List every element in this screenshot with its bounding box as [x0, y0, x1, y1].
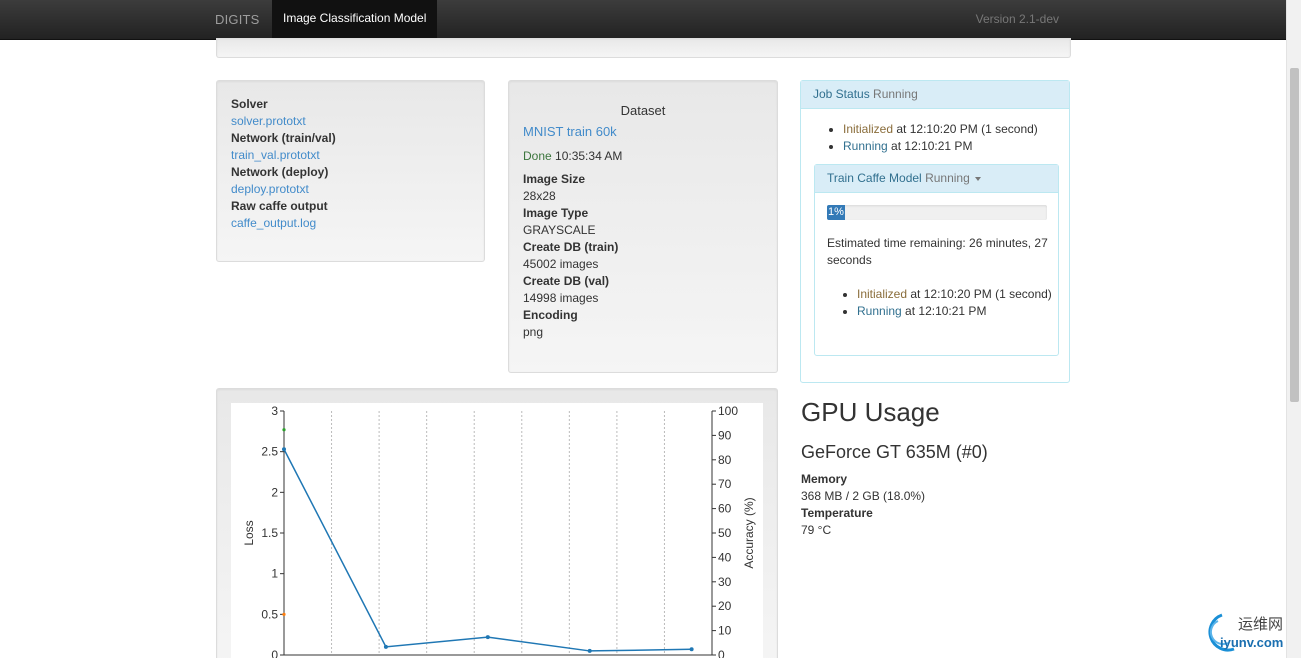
train-val-file-link[interactable]: train_val.prototxt — [231, 148, 320, 162]
site-watermark: 运维网 iyunv.com — [1196, 611, 1296, 658]
list-item: Initialized at 12:10:20 PM (1 second) — [857, 286, 1057, 303]
accuracy-tick-label: 40 — [718, 550, 732, 564]
train-task-events: Initialized at 12:10:20 PM (1 second) Ru… — [857, 286, 1057, 320]
loss-tick-label: 1.5 — [261, 526, 278, 540]
eta-text: Estimated time remaining: 26 minutes, 27… — [827, 236, 1048, 267]
job-status-panel: Job Status Running Initialized at 12:10:… — [800, 80, 1070, 383]
accuracy-tick-label: 60 — [718, 502, 732, 516]
accuracy-axis-label: Accuracy (%) — [742, 497, 756, 568]
event-detail: at 12:10:21 PM — [891, 139, 973, 153]
watermark-url-text: iyunv.com — [1220, 635, 1284, 650]
train-progress: 1% — [827, 205, 1047, 220]
image-size-value: 28x28 — [523, 189, 556, 203]
deploy-label: Network (deploy) — [231, 165, 329, 179]
create-db-train-value: 45002 images — [523, 257, 599, 271]
accuracy-tick-label: 80 — [718, 453, 732, 467]
train-progress-bar: 1% — [827, 205, 845, 220]
raw-output-label: Raw caffe output — [231, 199, 328, 213]
dataset-well: Dataset MNIST train 60k Done 10:35:34 AM… — [508, 80, 778, 373]
image-type-value: GRAYSCALE — [523, 223, 596, 237]
loss-tick-label: 2.5 — [261, 445, 278, 459]
image-type-label: Image Type — [523, 206, 589, 220]
navbar: DIGITS Image Classification Model Versio… — [0, 0, 1286, 40]
job-status-events: Initialized at 12:10:20 PM (1 second) Ru… — [843, 121, 1069, 155]
nav-tab-model[interactable]: Image Classification Model — [272, 0, 438, 39]
accuracy-tick-label: 90 — [718, 428, 732, 442]
gpu-usage-section: GPU Usage GeForce GT 635M (#0) Memory 36… — [801, 396, 1071, 539]
dataset-heading: Dataset — [620, 103, 666, 118]
loss-tick-label: 0 — [271, 648, 278, 658]
progress-label: 1% — [828, 206, 844, 218]
accuracy-tick-label: 50 — [718, 526, 732, 540]
accuracy-tick-label: 100 — [718, 404, 738, 418]
event-status: Initialized — [843, 122, 894, 136]
train-task-title: Train Caffe Model — [827, 171, 922, 185]
event-detail: at 12:10:20 PM (1 second) — [910, 287, 1052, 301]
create-db-train-label: Create DB (train) — [523, 240, 619, 254]
loss-data-point — [383, 644, 388, 649]
marker-point — [282, 428, 286, 432]
dataset-status-label: Done — [523, 149, 552, 163]
solver-label: Solver — [231, 97, 268, 111]
encoding-value: png — [523, 325, 544, 339]
loss-data-point — [689, 647, 694, 652]
training-chart: 0 0.5 1 1.5 2 2.5 3 0 10 20 30 40 50 60 70 80 90 100 Los… — [231, 403, 763, 658]
job-status-title: Job Status — [813, 87, 870, 101]
loss-data-point — [282, 447, 286, 452]
memory-value: 368 MB / 2 GB (18.0%) — [801, 489, 926, 503]
accuracy-tick-label: 20 — [718, 599, 732, 613]
loss-tick-label: 0.5 — [261, 607, 278, 621]
accuracy-tick-label: 0 — [718, 648, 725, 658]
version-label: Version 2.1-dev — [975, 12, 1059, 26]
dataset-status-time: 10:35:34 AM — [555, 149, 623, 163]
list-item: Running at 12:10:21 PM — [857, 303, 1057, 320]
event-status: Initialized — [857, 287, 908, 301]
chart-background — [231, 403, 763, 658]
dataset-status: Done 10:35:34 AM — [523, 149, 763, 163]
create-db-val-label: Create DB (val) — [523, 274, 610, 288]
gpu-name: GeForce GT 635M (#0) — [801, 442, 988, 462]
job-status-state: Running — [873, 87, 918, 101]
train-task-heading[interactable]: Train Caffe Model Running — [815, 165, 1058, 193]
gpu-usage-title: GPU Usage — [801, 397, 940, 427]
event-detail: at 12:10:21 PM — [905, 304, 987, 318]
accuracy-tick-label: 10 — [718, 624, 732, 638]
page-scrollbar[interactable] — [1286, 0, 1301, 658]
train-task-state: Running — [925, 171, 970, 185]
dataset-link[interactable]: MNIST train 60k — [523, 124, 763, 139]
event-status: Running — [857, 304, 902, 318]
encoding-label: Encoding — [523, 308, 578, 322]
model-files-well: Solver solver.prototxt Network (train/va… — [216, 80, 485, 262]
event-status: Running — [843, 139, 888, 153]
temperature-label: Temperature — [801, 506, 873, 520]
list-item: Initialized at 12:10:20 PM (1 second) — [843, 121, 1069, 138]
accuracy-tick-label: 70 — [718, 477, 732, 491]
image-size-label: Image Size — [523, 172, 586, 186]
caffe-output-link[interactable]: caffe_output.log — [231, 216, 316, 230]
loss-data-point — [587, 648, 592, 653]
job-status-heading: Job Status Running — [801, 81, 1069, 109]
create-db-val-value: 14998 images — [523, 291, 599, 305]
temperature-value: 79 °C — [801, 523, 832, 537]
loss-tick-label: 2 — [271, 485, 278, 499]
marker-point — [282, 612, 286, 616]
watermark-cn-text: 运维网 — [1238, 615, 1284, 633]
memory-label: Memory — [801, 472, 848, 486]
loss-axis-label: Loss — [242, 520, 256, 545]
top-well-strip — [216, 38, 1071, 58]
loss-data-point — [485, 635, 490, 640]
solver-file-link[interactable]: solver.prototxt — [231, 114, 306, 128]
event-detail: at 12:10:20 PM (1 second) — [896, 122, 1038, 136]
loss-tick-label: 1 — [271, 567, 278, 581]
deploy-file-link[interactable]: deploy.prototxt — [231, 182, 309, 196]
train-val-label: Network (train/val) — [231, 131, 336, 145]
accuracy-tick-label: 30 — [718, 575, 732, 589]
list-item: Running at 12:10:21 PM — [843, 138, 1069, 155]
brand-link[interactable]: DIGITS — [215, 12, 260, 27]
train-task-panel: Train Caffe Model Running 1% Estimated t… — [814, 164, 1059, 356]
loss-tick-label: 3 — [271, 404, 278, 418]
caret-down-icon[interactable] — [975, 176, 982, 181]
scrollbar-thumb[interactable] — [1290, 68, 1299, 402]
